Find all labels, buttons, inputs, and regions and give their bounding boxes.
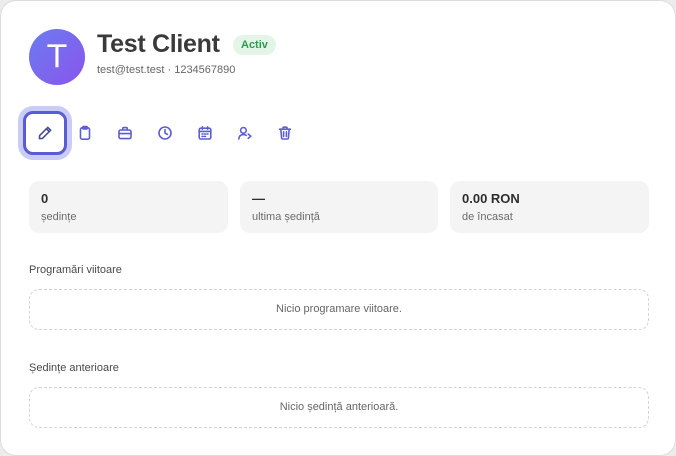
upcoming-empty-state: Nicio programare viitoare. xyxy=(29,289,649,330)
clock-icon xyxy=(158,126,172,140)
past-empty-state: Nicio ședință anterioară. xyxy=(29,387,649,428)
client-card: T Test Client Activ test@test.test · 123… xyxy=(0,0,676,456)
edit-button[interactable] xyxy=(23,111,67,155)
stat-label: de încasat xyxy=(462,211,513,223)
briefcase-icon xyxy=(118,126,132,140)
trash-icon xyxy=(278,126,292,140)
calendar-button[interactable] xyxy=(185,113,225,153)
action-toolbar xyxy=(23,109,305,157)
clipboard-icon xyxy=(79,125,91,140)
stat-value: 0 xyxy=(41,191,49,206)
delete-button[interactable] xyxy=(265,113,305,153)
calendar-icon xyxy=(198,126,212,140)
stat-to-collect: 0.00 RON de încasat xyxy=(450,181,649,233)
history-button[interactable] xyxy=(145,113,185,153)
client-phone: 1234567890 xyxy=(174,64,236,76)
contact-separator: · xyxy=(164,64,175,76)
stat-label: ultima ședință xyxy=(252,211,320,223)
stat-label: ședințe xyxy=(41,211,77,223)
past-section-title: Ședințe anterioare xyxy=(29,362,119,374)
avatar: T xyxy=(29,29,85,85)
briefcase-button[interactable] xyxy=(105,113,145,153)
stat-last-session: — ultima ședință xyxy=(240,181,438,233)
pencil-icon xyxy=(38,126,52,140)
user-share-button[interactable] xyxy=(225,113,265,153)
stat-value: 0.00 RON xyxy=(462,191,520,206)
stat-value: — xyxy=(252,191,265,206)
user-share-icon xyxy=(238,126,252,140)
notes-button[interactable] xyxy=(65,113,105,153)
status-badge: Activ xyxy=(233,35,276,55)
client-name: Test Client xyxy=(97,30,220,58)
contact-line: test@test.test · 1234567890 xyxy=(97,63,235,77)
client-email: test@test.test xyxy=(97,64,165,76)
stat-sessions: 0 ședințe xyxy=(29,181,228,233)
upcoming-section-title: Programări viitoare xyxy=(29,264,122,276)
